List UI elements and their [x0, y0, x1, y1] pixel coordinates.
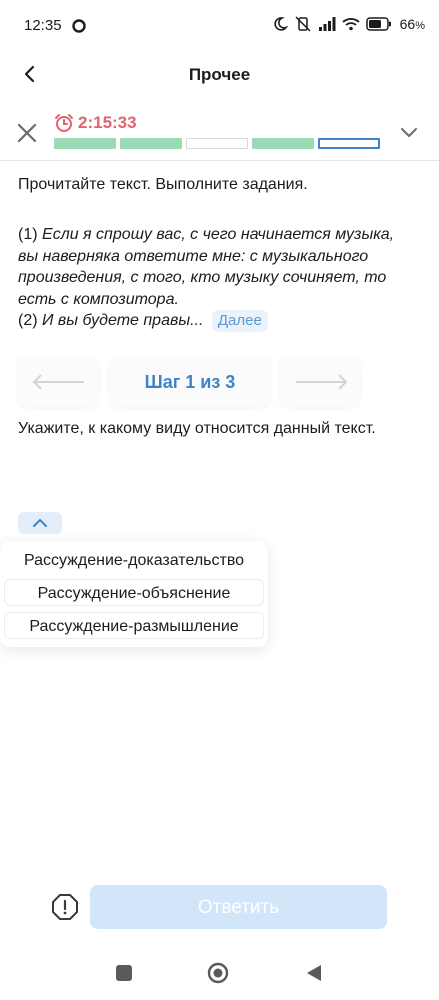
alarm-clock-icon: [55, 114, 73, 132]
close-icon[interactable]: [14, 120, 40, 146]
progress-segment-5: [318, 138, 380, 149]
question-text: Укажите, к какому виду относится данный …: [18, 420, 376, 437]
timer: 2:15:33: [54, 113, 137, 133]
page-title: Прочее: [188, 65, 251, 84]
progress-segment-4: [252, 138, 314, 149]
app-bar: Прочее: [0, 52, 439, 96]
next-step-button[interactable]: [280, 357, 360, 407]
status-icons: 66%: [272, 15, 425, 33]
progress-row: 2:15:33: [0, 106, 439, 160]
app-notification-icon: [72, 19, 86, 33]
progress-segments: [54, 138, 380, 149]
progress-segment-1: [54, 138, 116, 149]
task-passage: (1) Если я спрошу вас, с чего начинается…: [18, 224, 418, 332]
chevron-up-icon: [33, 519, 47, 527]
arrow-right-icon: [296, 374, 348, 390]
task-instruction: Прочитайте текст. Выполните задания.: [18, 176, 308, 193]
battery-percent: 66%: [399, 16, 425, 32]
report-problem-icon[interactable]: [51, 893, 79, 921]
chevron-down-icon[interactable]: [397, 120, 421, 144]
answer-options-panel: Рассуждение-доказательство Рассуждение-о…: [0, 541, 268, 647]
signal-icon: [318, 17, 336, 31]
header-divider: [0, 160, 439, 161]
status-time: 12:35: [24, 17, 62, 34]
sentence-1-number: (1): [18, 226, 38, 243]
answer-button[interactable]: Ответить: [90, 885, 387, 929]
progress-segment-2: [120, 138, 182, 149]
progress-segment-3: [186, 138, 248, 149]
system-navigation-bar: [0, 950, 439, 1000]
answer-option-2[interactable]: Рассуждение-объяснение: [4, 579, 264, 606]
step-navigator: Шаг 1 из 3: [18, 357, 363, 407]
answer-option-3[interactable]: Рассуждение-размышление: [4, 612, 264, 639]
sentence-1-text: Если я спрошу вас, с чего начинается муз…: [18, 226, 395, 308]
home-icon[interactable]: [207, 962, 229, 984]
previous-step-button[interactable]: [18, 357, 98, 407]
arrow-left-icon: [32, 374, 84, 390]
nav-back-icon[interactable]: [305, 963, 323, 983]
status-bar: 12:35 66%: [0, 0, 439, 52]
battery-icon: [365, 17, 391, 31]
sentence-2-number: (2): [18, 312, 38, 329]
timer-value: 2:15:33: [78, 113, 137, 132]
answer-option-1[interactable]: Рассуждение-доказательство: [4, 547, 264, 574]
more-link[interactable]: Далее: [211, 310, 268, 332]
do-not-disturb-icon: [274, 17, 288, 31]
vibrate-off-icon: [295, 16, 311, 32]
recent-apps-icon[interactable]: [116, 965, 132, 981]
wifi-icon: [342, 18, 360, 31]
step-indicator: Шаг 1 из 3: [110, 357, 270, 407]
sentence-2-text: И вы будете правы...: [42, 312, 204, 329]
answer-dropdown-toggle[interactable]: [18, 512, 62, 534]
